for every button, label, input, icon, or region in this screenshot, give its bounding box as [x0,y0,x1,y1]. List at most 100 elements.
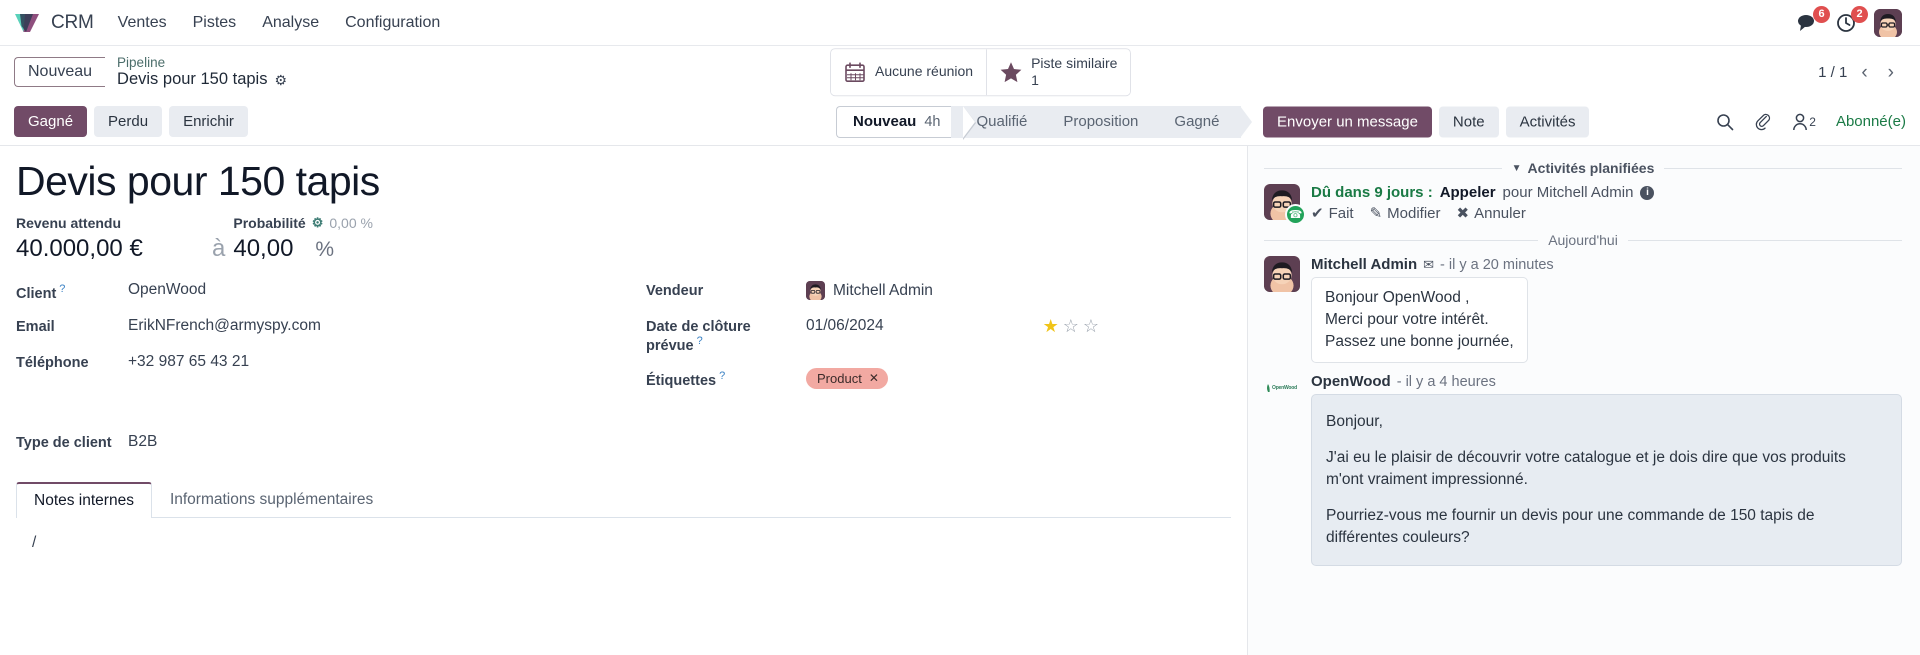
gear-icon[interactable]: ⚙ [274,72,287,88]
message-header: OpenWood - il y a 4 heures [1311,373,1902,390]
tag-remove-close-icon[interactable]: ✕ [869,371,879,385]
field-phone-value[interactable]: +32 987 65 43 21 [128,353,249,371]
menu-pistes[interactable]: Pistes [193,12,237,34]
expected-revenue-label: Revenu attendu [16,215,122,232]
search-icon [1717,113,1734,130]
probability-label-group: Probabilité ⚙ 0,00 % [233,215,373,231]
paperclip-icon [1756,113,1771,130]
stat-button-similar-leads[interactable]: Piste similaire 1 [986,49,1131,95]
stage-nouveau-duration: 4h [924,113,941,130]
breadcrumb: Pipeline Devis pour 150 tapis ⚙ [117,55,287,89]
chatter-action-buttons: Envoyer un message Note Activités [1263,106,1590,137]
activity-type: Appeler [1439,184,1496,201]
schedule-activity-button[interactable]: Activités [1505,106,1590,137]
tab-extra-info[interactable]: Informations supplémentaires [152,482,391,518]
star-2-icon[interactable]: ☆ [1063,317,1079,335]
similar-lead-title: Piste similaire [1031,55,1118,72]
star-1-icon[interactable]: ★ [1043,317,1059,335]
message-line: Bonjour, [1326,413,1383,430]
activity-edit-label: Modifier [1387,204,1441,222]
priority-rating[interactable]: ★ ☆ ☆ [1043,317,1231,335]
probability-label: Probabilité [233,215,306,232]
activity-due-text: Dû dans 9 jours : [1311,184,1433,201]
probability-gear-icon[interactable]: ⚙ [312,215,324,231]
message-bubble: Bonjour, J'ai eu le plaisir de découvrir… [1311,394,1902,566]
field-salesperson-value-wrap[interactable]: Mitchell Admin [806,281,933,301]
expected-revenue-value[interactable]: 40.000,00 € [16,235,212,263]
stage-qualifie-label: Qualifié [976,113,1028,130]
planned-activities-toggle[interactable]: ▼ Activités planifiées [1512,160,1655,176]
field-client-value[interactable]: OpenWood [128,281,206,299]
tag-product[interactable]: Product ✕ [806,367,888,389]
stage-nouveau[interactable]: Nouveau 4h [836,105,975,140]
envelope-icon: ✉ [1423,256,1435,272]
field-customer-type-value[interactable]: B2B [128,433,157,451]
info-icon[interactable]: i [1640,185,1655,200]
field-expected-closing-value[interactable]: 01/06/2024 [806,317,884,335]
day-divider-line-right [1627,239,1902,241]
menu-analyse[interactable]: Analyse [262,12,319,34]
activities-button[interactable]: 2 [1836,5,1868,33]
log-note-button[interactable]: Note [1438,106,1499,137]
followers-button[interactable]: 2 [1792,113,1816,131]
avatar-image [806,281,825,301]
svg-text:OpenWood: OpenWood [1272,385,1297,391]
message-item: Mitchell Admin ✉ - il y a 20 minutes Bon… [1264,256,1902,363]
subscribe-toggle[interactable]: Abonné(e) [1836,113,1906,130]
star-3-icon[interactable]: ☆ [1083,317,1099,335]
field-phone-label: Téléphone [16,355,89,372]
record-pager: 1 / 1 ‹ › [1818,63,1906,82]
tag-product-label: Product [817,370,862,386]
record-action-buttons: Gagné Perdu Enrichir [14,106,248,137]
breadcrumb-parent-pipeline[interactable]: Pipeline [117,55,287,71]
brand-home-link[interactable]: CRM [14,12,94,34]
mark-won-button[interactable]: Gagné [14,106,88,137]
field-expected-closing-help-icon[interactable]: ? [697,335,703,347]
enrich-button[interactable]: Enrichir [169,106,248,137]
messages-button[interactable]: 6 [1797,6,1830,32]
revenue-probability-row: Revenu attendu 40.000,00 € à Probabilité… [16,215,1231,263]
message-item: OpenWood OpenWood - il y a 4 heures Bonj… [1264,373,1902,566]
menu-configuration[interactable]: Configuration [345,12,440,34]
activity-mark-done-button[interactable]: ✔ Fait [1311,204,1354,223]
message-body: OpenWood - il y a 4 heures Bonjour, J'ai… [1311,373,1902,566]
internal-notes-editor[interactable]: / [16,518,1231,578]
message-line: Bonjour OpenWood , [1325,289,1470,306]
field-phone: Téléphone +32 987 65 43 21 [16,353,646,375]
search-messages-button[interactable] [1716,113,1734,131]
activity-cancel-button[interactable]: ✖ Annuler [1456,204,1526,223]
pager-previous-icon[interactable]: ‹ [1855,63,1873,82]
send-message-button[interactable]: Envoyer un message [1263,106,1432,137]
tab-internal-notes[interactable]: Notes internes [16,482,152,519]
stat-button-similar-leads-label: Piste similaire 1 [1031,55,1117,89]
planned-activities-divider: ▼ Activités planifiées [1264,160,1903,176]
planned-activities-label: Activités planifiées [1527,160,1655,176]
user-avatar[interactable] [1874,8,1902,37]
probability-separator: à [212,235,226,263]
attachments-button[interactable] [1754,113,1772,131]
field-expected-closing-label: Date de clôture prévue? [646,317,806,354]
activity-assignee: pour Mitchell Admin [1502,184,1634,201]
field-column-left: Client? OpenWood Email ErikNFrench@armys… [16,281,646,469]
activity-edit-button[interactable]: ✎ Modifier [1370,204,1441,223]
field-salesperson-label: Vendeur [646,283,704,300]
field-tags: Étiquettes? Product ✕ [646,367,1231,390]
openwood-brand-logo-icon: OpenWood [1267,384,1297,392]
field-tags-help-icon[interactable]: ? [719,370,725,382]
probability-value[interactable]: 40,00 [233,235,293,263]
star-icon [1000,62,1022,83]
field-client-help-icon[interactable]: ? [59,283,65,295]
pager-next-icon[interactable]: › [1882,63,1900,82]
avatar-image [1874,8,1902,37]
notebook: Notes internes Informations supplémentai… [16,481,1231,578]
record-status-pill[interactable]: Nouveau [14,57,106,87]
cross-icon: ✖ [1456,205,1470,222]
mark-lost-button[interactable]: Perdu [94,106,163,137]
menu-ventes[interactable]: Ventes [118,12,167,34]
message-author: Mitchell Admin [1311,256,1418,273]
field-email-value[interactable]: ErikNFrench@armyspy.com [128,317,321,335]
activity-cancel-label: Annuler [1474,204,1526,222]
stat-button-meetings[interactable]: Aucune réunion [831,49,987,95]
divider-line-left [1264,167,1502,169]
field-expected-closing: Date de clôture prévue? 01/06/2024 ★ ☆ ☆ [646,317,1231,354]
